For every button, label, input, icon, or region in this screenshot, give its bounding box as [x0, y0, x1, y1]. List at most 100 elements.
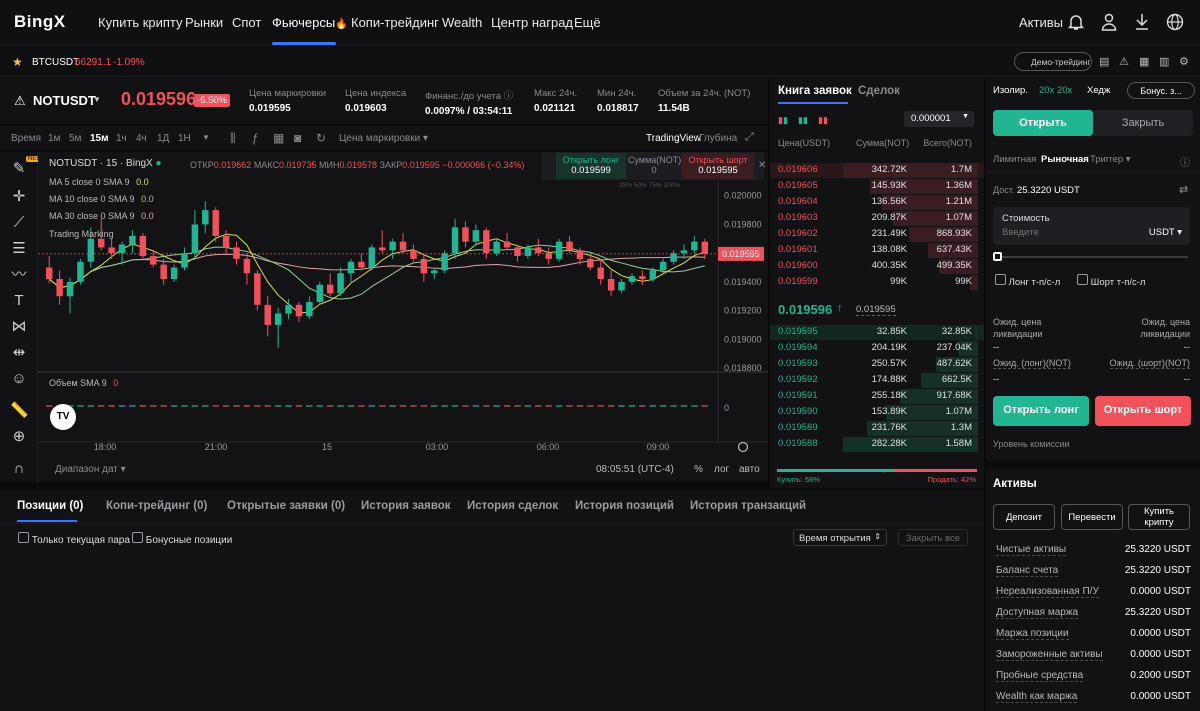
- interval-5m[interactable]: 5м: [69, 133, 81, 144]
- pattern-icon[interactable]: ⋈: [10, 318, 28, 336]
- order-type-trigger[interactable]: Триггер ▾: [1090, 154, 1131, 165]
- bell-icon[interactable]: [1068, 13, 1084, 31]
- open-tab-button[interactable]: Открыть: [993, 110, 1093, 136]
- quick-open-short-button[interactable]: Открыть шорт 0.019595: [682, 153, 754, 179]
- pct-25[interactable]: 25%: [619, 182, 632, 189]
- precision-select[interactable]: 0.000001 ▼: [904, 111, 974, 127]
- interval-15m[interactable]: 15м: [90, 133, 109, 144]
- checkbox-box[interactable]: [995, 274, 1006, 285]
- scale-auto[interactable]: авто: [739, 464, 760, 475]
- pct-100[interactable]: 100%: [663, 182, 680, 189]
- view-bids-icon[interactable]: ▮▮: [798, 115, 808, 126]
- indicators-icon[interactable]: ƒ: [252, 131, 259, 145]
- short-tpsl-checkbox[interactable]: Шорт т-п/с-л: [1077, 274, 1145, 288]
- ask-row[interactable]: 0.019599 99K 99K: [770, 274, 984, 290]
- demo-trading-button[interactable]: Демо-трейдинг: [1014, 52, 1092, 71]
- pct-75[interactable]: 75%: [649, 182, 662, 189]
- price-chart[interactable]: 0.0200000.0198000.0196000.0194000.019200…: [38, 152, 768, 482]
- bid-row[interactable]: 0.019590 153.89K 1.07M: [770, 404, 984, 420]
- amount-slider[interactable]: [993, 252, 1188, 261]
- tab-order-book[interactable]: Книга заявок: [778, 85, 852, 97]
- tab-trades[interactable]: Сделок: [858, 85, 900, 97]
- bonus-button[interactable]: Бонус. з...: [1127, 82, 1195, 99]
- order-type-market[interactable]: Рыночная: [1041, 154, 1089, 165]
- text-icon[interactable]: T: [10, 292, 28, 310]
- chart-settings-icon[interactable]: [737, 441, 749, 453]
- ticker-symbol[interactable]: BTCUSDT: [32, 57, 79, 68]
- close-quick-trade-icon[interactable]: ✕: [758, 160, 766, 171]
- nav-buy-crypto[interactable]: Купить крипту: [98, 15, 183, 30]
- interval-1w[interactable]: 1Н: [178, 133, 191, 144]
- measure-icon[interactable]: ⇹: [10, 344, 28, 362]
- quick-open-long-button[interactable]: Открыть лонг 0.019599: [556, 153, 626, 179]
- nav-more[interactable]: Ещё: [574, 15, 601, 30]
- nav-wealth[interactable]: Wealth: [442, 15, 482, 30]
- ruler-icon[interactable]: 📏: [10, 402, 29, 420]
- view-asks-icon[interactable]: ▮▮: [818, 115, 828, 126]
- nav-rewards[interactable]: Центр наград: [491, 15, 573, 30]
- tradingview-tab[interactable]: TradingView: [646, 133, 701, 144]
- hedge-mode[interactable]: Хедж: [1087, 85, 1110, 96]
- ask-row[interactable]: 0.019604 136.56K 1.21M: [770, 194, 984, 210]
- pct-50[interactable]: 50%: [634, 182, 647, 189]
- tab-open-orders[interactable]: Открытые заявки (0): [227, 500, 345, 512]
- date-range-select[interactable]: Диапазон дат ▾: [55, 464, 126, 475]
- ask-row[interactable]: 0.019600 400.35K 499.35K: [770, 258, 984, 274]
- horizontal-lines-icon[interactable]: ☰: [10, 240, 28, 258]
- trading-marking-legend[interactable]: Trading Marking: [49, 229, 114, 239]
- close-tab-button[interactable]: Закрыть: [1093, 110, 1193, 136]
- interval-1d[interactable]: 1Д: [157, 133, 169, 144]
- tab-position-history[interactable]: История позиций: [575, 500, 674, 512]
- nav-markets[interactable]: Рынки: [185, 15, 223, 30]
- tab-order-history[interactable]: История заявок: [361, 500, 451, 512]
- bid-row[interactable]: 0.019589 231.76K 1.3M: [770, 420, 984, 436]
- cost-input-field[interactable]: Стоимость USDT ▾: [993, 207, 1190, 245]
- interval-1m[interactable]: 1м: [48, 133, 60, 144]
- checkbox-box[interactable]: [132, 532, 143, 543]
- bonus-positions-checkbox[interactable]: Бонусные позиции: [132, 532, 232, 546]
- checkbox-box[interactable]: [18, 532, 29, 543]
- emoji-icon[interactable]: ☺: [10, 370, 28, 388]
- cost-input[interactable]: [1002, 227, 1122, 238]
- transfer-button[interactable]: Перевести: [1061, 504, 1123, 530]
- nav-copy-trading[interactable]: Копи-трейдинг: [351, 15, 439, 30]
- nav-assets[interactable]: Активы: [1019, 15, 1063, 30]
- open-long-button[interactable]: Открыть лонг: [993, 396, 1089, 426]
- layout-grid-icon[interactable]: ▦: [273, 131, 284, 145]
- bingx-logo[interactable]: BingX: [14, 12, 66, 32]
- interval-dropdown-icon[interactable]: ▼: [202, 133, 210, 142]
- info-icon[interactable]: ⓘ: [504, 91, 514, 102]
- close-all-button[interactable]: Закрыть все: [898, 529, 968, 546]
- pair-dropdown-icon[interactable]: ▼: [93, 95, 101, 104]
- download-icon[interactable]: [1134, 13, 1150, 31]
- camera-icon[interactable]: ◙: [294, 131, 301, 145]
- fee-level-link[interactable]: Уровень комиссии: [993, 439, 1069, 449]
- fullscreen-icon[interactable]: ⤢: [745, 131, 754, 144]
- open-short-button[interactable]: Открыть шорт: [1095, 396, 1191, 426]
- user-icon[interactable]: [1101, 13, 1117, 31]
- currency-select[interactable]: USDT ▾: [1149, 227, 1182, 238]
- alert-icon[interactable]: ⚠: [1119, 55, 1129, 68]
- price-type-select[interactable]: Цена маркировки ▾: [339, 133, 428, 144]
- ask-row[interactable]: 0.019601 138.08K 637.43K: [770, 242, 984, 258]
- deposit-button[interactable]: Депозит: [993, 504, 1055, 530]
- settings-icon[interactable]: ⚙: [1179, 55, 1189, 68]
- brush-icon[interactable]: 〰: [10, 266, 28, 284]
- refresh-icon[interactable]: ↻: [316, 131, 326, 145]
- scale-log[interactable]: лог: [714, 464, 729, 475]
- trend-line-icon[interactable]: ⟋: [10, 214, 28, 232]
- star-icon[interactable]: ★: [12, 55, 23, 69]
- crosshair-icon[interactable]: ✛: [10, 188, 28, 206]
- ask-row[interactable]: 0.019602 231.49K 868.93K: [770, 226, 984, 242]
- nav-futures[interactable]: Фьючерсы🔥: [272, 15, 348, 30]
- view-both-icon[interactable]: ▮▮: [778, 115, 788, 126]
- chart-clock[interactable]: 08:05:51 (UTC-4): [596, 464, 674, 475]
- slider-handle[interactable]: [993, 252, 1002, 261]
- tab-trade-history[interactable]: История сделок: [467, 500, 558, 512]
- ask-row[interactable]: 0.019606 342.72K 1.7M: [770, 162, 984, 178]
- tab-copy-trading[interactable]: Копи-трейдинг (0): [106, 500, 207, 512]
- chart-type-icon[interactable]: ⫼: [230, 131, 236, 146]
- bid-row[interactable]: 0.019595 32.85K 32.85K: [770, 324, 984, 340]
- interval-4h[interactable]: 4ч: [136, 133, 147, 144]
- ask-row[interactable]: 0.019605 145.93K 1.36M: [770, 178, 984, 194]
